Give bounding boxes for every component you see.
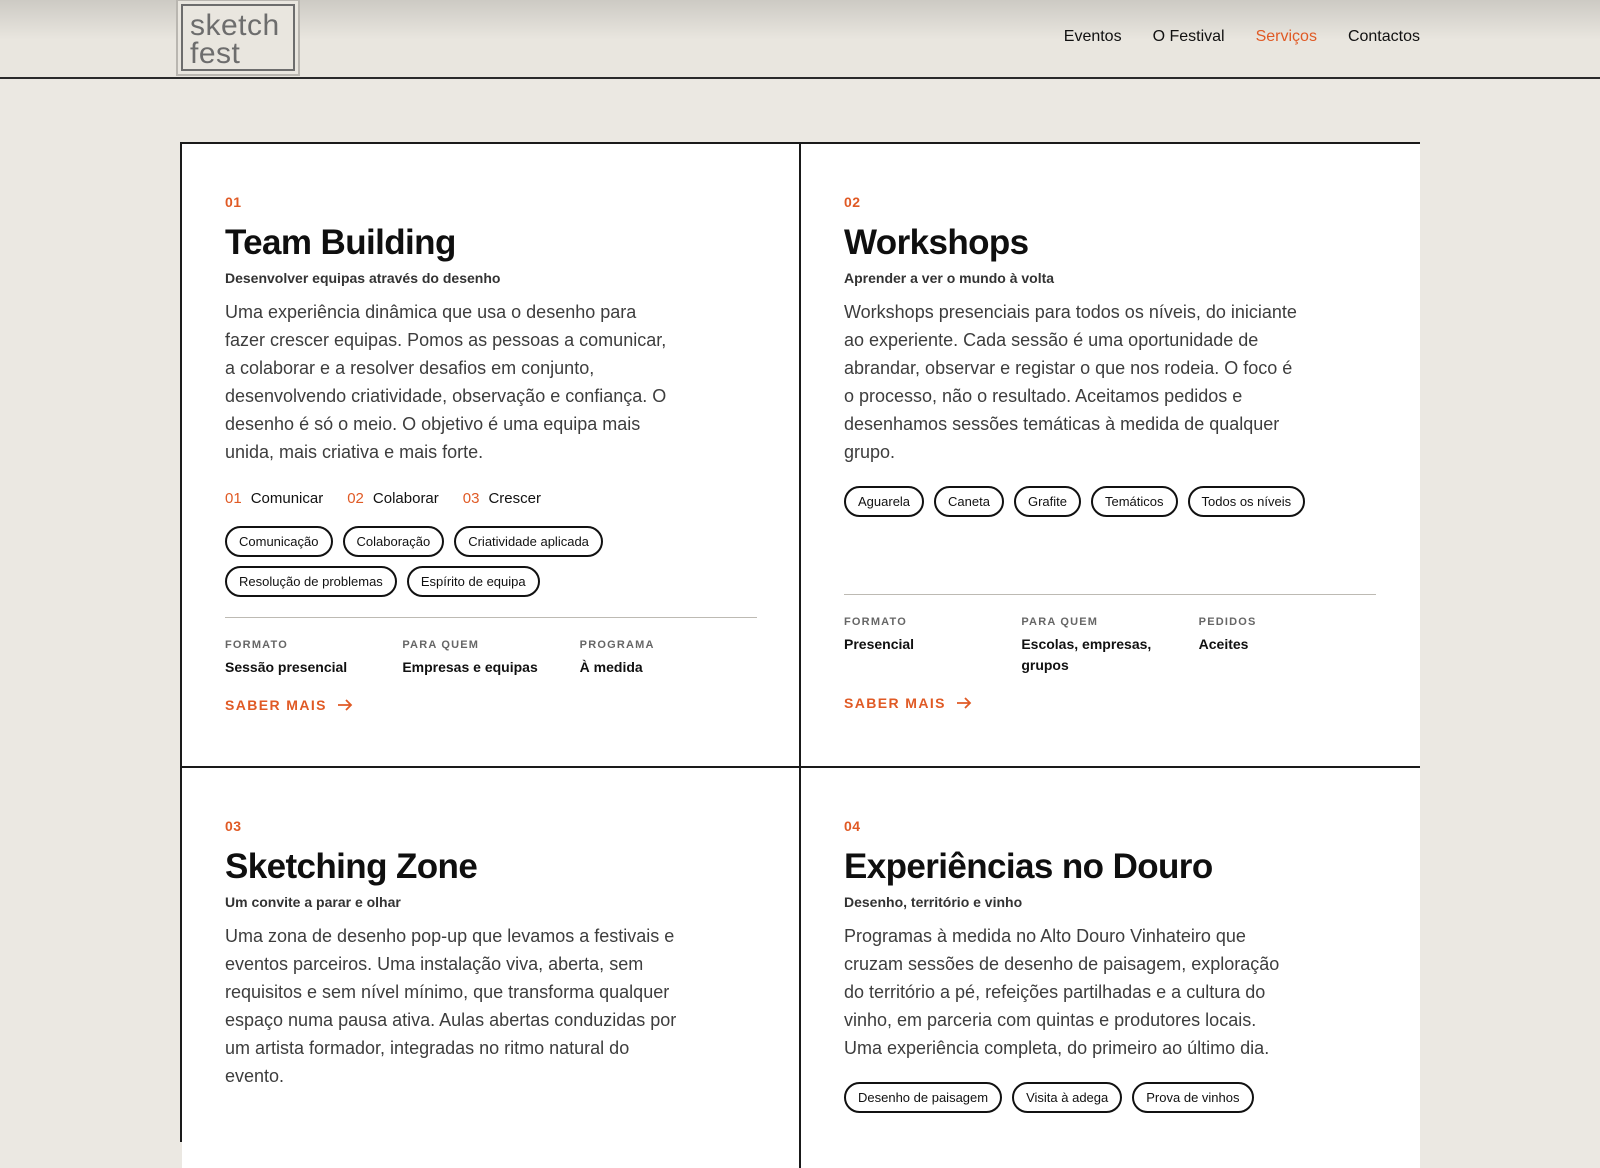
- site-header: sketch fest Eventos O Festival Serviços …: [0, 0, 1600, 79]
- step-label: Colaborar: [372, 490, 439, 507]
- meta-label: PARA QUEM: [1021, 616, 1099, 628]
- service-description: Uma experiência dinâmica que usa o desen…: [225, 302, 667, 462]
- service-card-team-building: 01 Team Building Desenvolver equipas atr…: [182, 144, 801, 768]
- service-subtitle: Um convite a parar e olhar: [225, 894, 401, 910]
- service-subtitle: Desenvolver equipas através do desenho: [225, 270, 501, 286]
- tag-pill[interactable]: Colaboração: [342, 526, 445, 557]
- section-divider: [844, 594, 1376, 595]
- tag-pill[interactable]: Criatividade aplicada: [454, 526, 603, 557]
- tag-pill[interactable]: Visita à adega: [1012, 1082, 1123, 1113]
- tag-pill[interactable]: Caneta: [934, 486, 1004, 517]
- service-title: Team Building: [225, 223, 456, 262]
- tag-pill[interactable]: Desenho de paisagem: [844, 1082, 1003, 1113]
- step-item: 02 Colaborar: [347, 490, 439, 507]
- step-number: 02: [347, 490, 364, 507]
- arrow-right-icon: [956, 697, 972, 709]
- section-divider: [225, 617, 757, 618]
- tag-pill[interactable]: Aguarela: [844, 486, 925, 517]
- meta-column: PROGRAMA À medida: [580, 639, 757, 678]
- meta-label: PROGRAMA: [579, 639, 655, 651]
- tag-pill[interactable]: Prova de vinhos: [1132, 1082, 1254, 1113]
- nav-link-eventos[interactable]: Eventos: [1064, 28, 1122, 46]
- service-number: 04: [844, 818, 861, 834]
- site-logo[interactable]: sketch fest: [178, 1, 298, 74]
- step-label: Comunicar: [250, 490, 324, 507]
- tag-pill[interactable]: Temáticos: [1090, 486, 1178, 517]
- service-subtitle: Aprender a ver o mundo à volta: [844, 270, 1055, 286]
- meta-column: PEDIDOS Aceites: [1199, 616, 1376, 676]
- step-label: Crescer: [488, 490, 541, 507]
- tag-pill[interactable]: Resolução de problemas: [225, 566, 397, 597]
- service-tags: Comunicação Colaboração Criatividade apl…: [225, 526, 645, 597]
- nav-link-o-festival[interactable]: O Festival: [1153, 28, 1225, 46]
- service-tags: Desenho de paisagem Visita à adega Prova…: [844, 1082, 1376, 1113]
- meta-label: FORMATO: [225, 639, 288, 651]
- service-card-experiencias-douro: 04 Experiências no Douro Desenho, territ…: [801, 768, 1420, 1168]
- service-tags: Aguarela Caneta Grafite Temáticos Todos …: [844, 486, 1376, 517]
- meta-column: PARA QUEM Empresas e equipas: [402, 639, 579, 678]
- nav-link-servicos[interactable]: Serviços: [1256, 28, 1317, 46]
- tag-pill[interactable]: Comunicação: [225, 526, 333, 557]
- nav-link-contactos[interactable]: Contactos: [1348, 28, 1420, 46]
- service-meta: FORMATO Presencial PARA QUEM Escolas, em…: [844, 616, 1376, 676]
- service-number: 03: [225, 818, 242, 834]
- meta-label: PEDIDOS: [1198, 616, 1257, 628]
- saber-mais-link[interactable]: SABER MAIS: [225, 697, 353, 713]
- meta-value: À medida: [579, 659, 643, 675]
- saber-mais-link[interactable]: SABER MAIS: [844, 695, 972, 711]
- step-item: 01 Comunicar: [225, 490, 323, 507]
- service-title: Workshops: [844, 223, 1029, 262]
- service-card-workshops: 02 Workshops Aprender a ver o mundo à vo…: [801, 144, 1420, 768]
- meta-label: FORMATO: [844, 616, 907, 628]
- service-number: 01: [225, 194, 242, 210]
- step-number: 01: [225, 490, 242, 507]
- meta-value: Sessão presencial: [225, 659, 348, 675]
- meta-value: Presencial: [844, 636, 915, 652]
- meta-value: Escolas, empresas, grupos: [1021, 636, 1152, 673]
- meta-column: FORMATO Presencial: [844, 616, 1021, 676]
- service-description: Programas à medida no Alto Douro Vinhate…: [844, 926, 1280, 1058]
- logo-line-2: fest: [190, 37, 241, 70]
- service-title: Sketching Zone: [225, 847, 478, 886]
- tag-pill[interactable]: Todos os níveis: [1187, 486, 1306, 517]
- meta-column: FORMATO Sessão presencial: [225, 639, 402, 678]
- service-card-sketching-zone: 03 Sketching Zone Um convite a parar e o…: [182, 768, 801, 1168]
- service-description: Workshops presenciais para todos os níve…: [844, 302, 1297, 462]
- service-subtitle: Desenho, território e vinho: [844, 894, 1023, 910]
- meta-column: PARA QUEM Escolas, empresas, grupos: [1021, 616, 1198, 676]
- logo-line-1: sketch: [190, 9, 280, 42]
- service-description: Uma zona de desenho pop-up que levamos a…: [225, 926, 677, 1086]
- service-steps: 01 Comunicar 02 Colaborar 03 Crescer: [225, 490, 757, 507]
- service-number: 02: [844, 194, 861, 210]
- meta-label: PARA QUEM: [402, 639, 480, 651]
- saber-mais-label: SABER MAIS: [225, 697, 327, 713]
- tag-pill[interactable]: Grafite: [1013, 486, 1081, 517]
- arrow-right-icon: [337, 699, 353, 711]
- step-item: 03 Crescer: [463, 490, 541, 507]
- service-title: Experiências no Douro: [844, 847, 1213, 886]
- saber-mais-label: SABER MAIS: [844, 695, 946, 711]
- main-nav: Eventos O Festival Serviços Contactos: [1064, 28, 1420, 46]
- tag-pill[interactable]: Espírito de equipa: [406, 566, 540, 597]
- step-number: 03: [462, 490, 480, 507]
- meta-value: Aceites: [1198, 636, 1249, 652]
- service-meta: FORMATO Sessão presencial PARA QUEM Empr…: [225, 639, 757, 678]
- meta-value: Empresas e equipas: [402, 659, 538, 675]
- services-grid: 01 Team Building Desenvolver equipas atr…: [180, 142, 1420, 1168]
